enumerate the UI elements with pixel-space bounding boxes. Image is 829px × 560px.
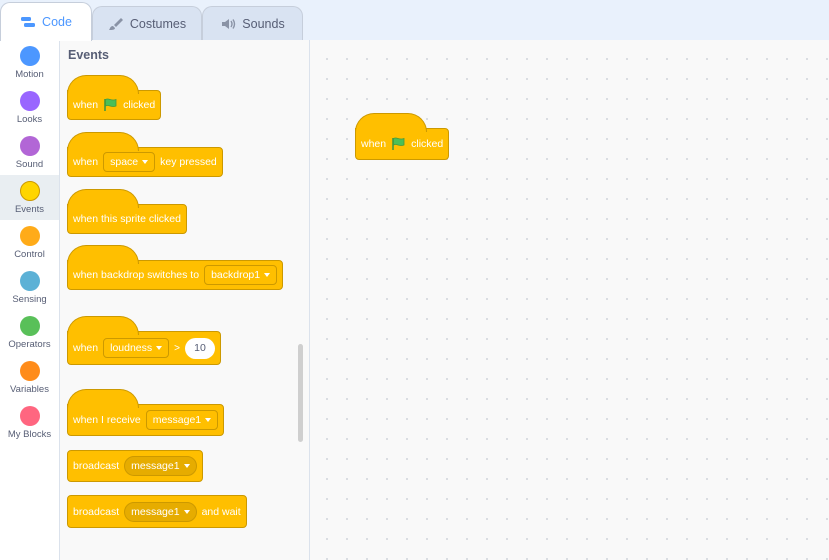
green-flag-icon [391,137,406,151]
broadcast-wait-message-dropdown[interactable]: message1 [124,501,197,522]
chevron-down-icon [205,418,212,422]
category-operators[interactable]: Operators [0,310,59,355]
looks-category-icon [19,91,40,111]
block-text: when [73,342,99,354]
my-blocks-category-icon [19,406,40,426]
block-text: when backdrop switches to [73,269,200,281]
message-dropdown-value: message1 [152,414,202,426]
key-dropdown-value: space [110,156,139,168]
block-text: clicked [123,99,156,111]
editor-tab-bar: Code Costumes Sounds [0,0,829,41]
broadcast-wait-message-value: message1 [131,505,180,518]
category-label: Sensing [12,294,47,305]
block-text: clicked [411,138,444,150]
block-text: and wait [201,505,241,518]
control-category-icon [19,226,40,246]
when-loudness-greater-block[interactable]: when loudness > 10 [67,316,221,365]
key-dropdown[interactable]: space [103,152,156,172]
operators-category-icon [19,316,40,336]
chevron-down-icon [156,346,163,350]
category-sensing[interactable]: Sensing [0,265,59,310]
category-control[interactable]: Control [0,220,59,265]
speaker-icon [220,17,236,31]
category-looks[interactable]: Looks [0,85,59,130]
when-i-receive-block[interactable]: when I receive message1 [67,389,225,436]
tab-code-label: Code [42,15,72,29]
category-label: Control [14,249,45,260]
category-my-blocks[interactable]: My Blocks [0,400,59,445]
tab-costumes[interactable]: Costumes [92,6,202,40]
tab-code[interactable]: Code [0,2,92,41]
tab-sounds[interactable]: Sounds [202,6,303,40]
category-label: Operators [8,339,51,350]
block-text: when I receive [73,414,141,426]
broadcast-message-value: message1 [131,460,180,472]
brush-icon [108,17,124,31]
broadcast-block[interactable]: broadcast message1 [67,450,203,482]
loudness-value-input[interactable]: 10 [184,337,215,359]
block-text: when [361,138,387,150]
category-label: Variables [10,384,49,395]
chevron-down-icon [142,160,149,164]
block-text: when this sprite clicked [73,213,181,225]
backdrop-dropdown[interactable]: backdrop1 [204,265,278,285]
block-text: broadcast [73,460,120,472]
category-menu: Motion Looks Sound Events Control Sensin… [0,40,60,560]
when-key-pressed-block[interactable]: when space key pressed [67,132,223,177]
greater-than-operator: > [174,342,180,354]
block-text: when [73,99,99,111]
message-dropdown[interactable]: message1 [145,410,219,430]
chevron-down-icon [183,509,190,514]
events-category-icon [19,181,40,201]
sound-category-icon [19,136,40,156]
palette-scrollbar[interactable] [298,344,303,442]
tab-sounds-label: Sounds [242,16,285,31]
backdrop-dropdown-value: backdrop1 [211,269,261,281]
sensing-category-icon [19,271,40,291]
code-icon [20,15,36,29]
block-text: key pressed [160,156,217,168]
when-backdrop-switches-block[interactable]: when backdrop switches to backdrop1 [67,245,284,290]
chevron-down-icon [183,464,190,468]
broadcast-message-dropdown[interactable]: message1 [124,456,197,476]
block-text: broadcast [73,505,120,518]
palette-section-title: Events [68,48,109,62]
sensor-dropdown[interactable]: loudness [103,338,170,358]
category-label: Sound [15,159,44,170]
category-motion[interactable]: Motion [0,40,59,85]
category-label: Motion [15,69,44,80]
category-label: Looks [16,114,43,125]
category-variables[interactable]: Variables [0,355,59,400]
chevron-down-icon [264,273,271,277]
when-flag-clicked-block[interactable]: when clicked [67,75,162,120]
script-workspace[interactable]: when clicked [310,40,829,560]
category-label: My Blocks [7,429,52,440]
broadcast-and-wait-block[interactable]: broadcast message1 and wait [67,495,247,528]
category-events[interactable]: Events [0,175,59,220]
green-flag-icon [103,98,118,112]
tab-costumes-label: Costumes [129,16,187,31]
category-sound[interactable]: Sound [0,130,59,175]
block-palette: Events when clicked when space key press… [60,40,310,560]
when-sprite-clicked-block[interactable]: when this sprite clicked [67,189,187,234]
workspace-when-flag-clicked-block[interactable]: when clicked [355,113,450,160]
variables-category-icon [19,361,40,381]
category-label: Events [14,204,45,215]
sensor-dropdown-value: loudness [110,342,153,354]
motion-category-icon [19,46,40,66]
block-text: when [73,156,99,168]
